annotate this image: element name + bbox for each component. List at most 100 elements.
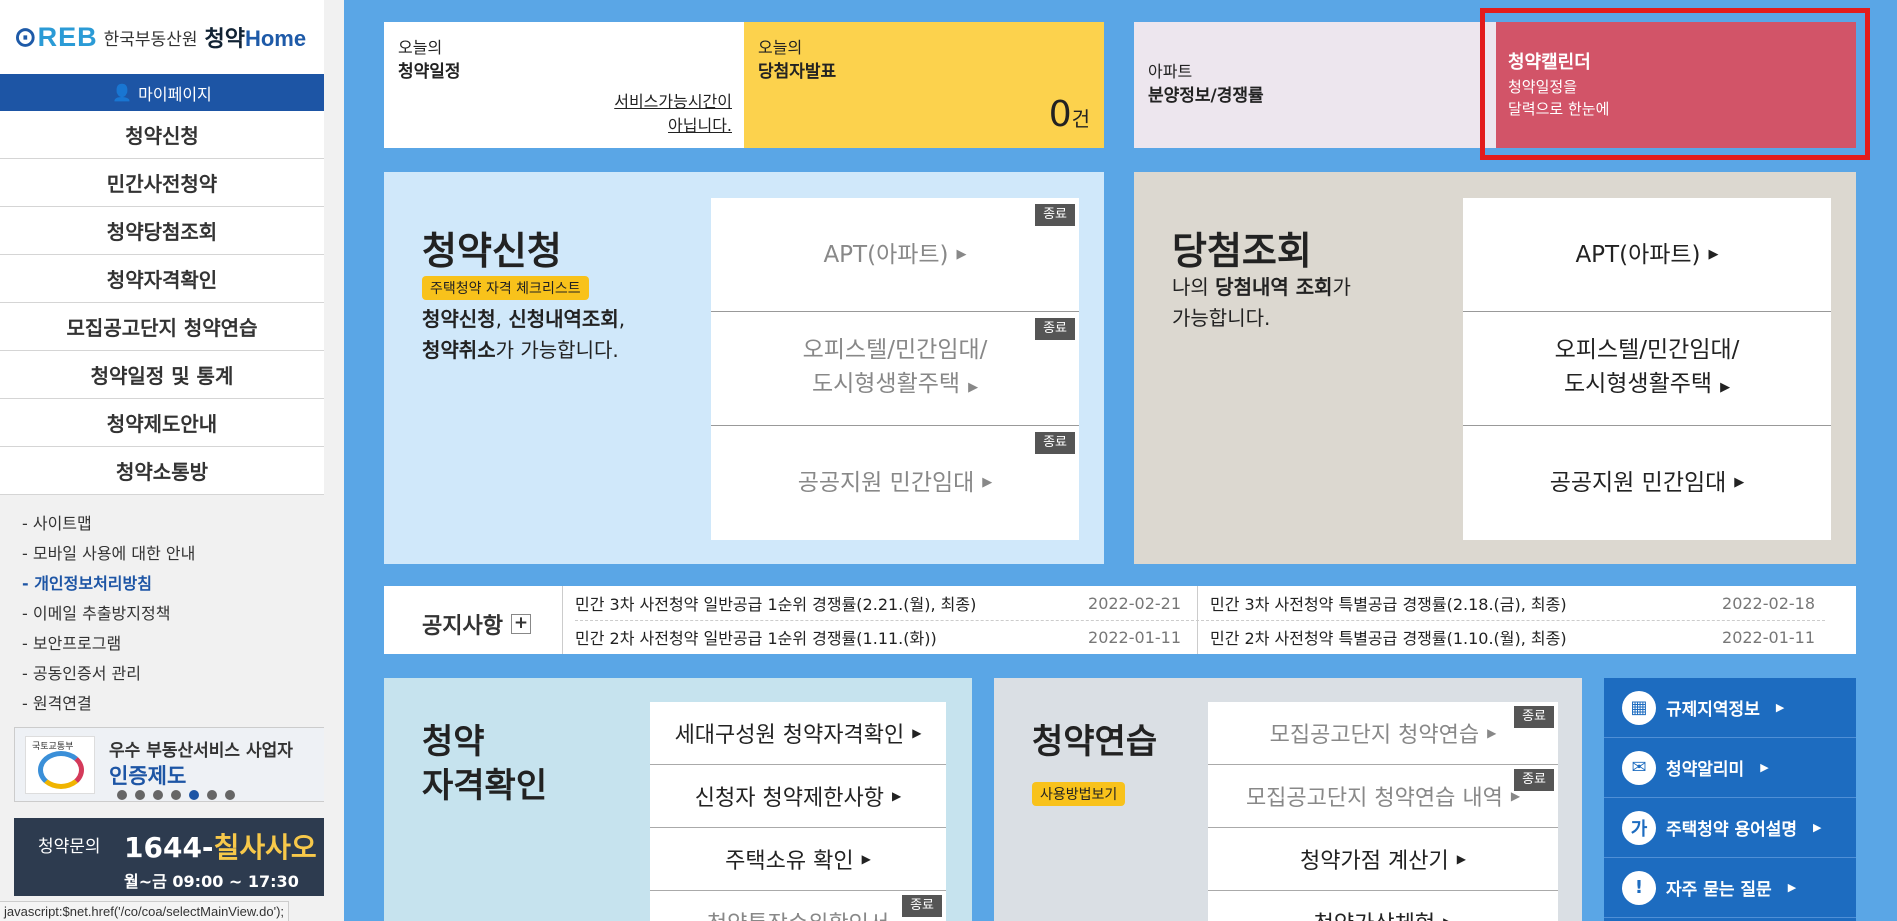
banner-dot[interactable] [171,790,181,800]
arrow-right-icon: ▶ [891,789,902,803]
closed-badge: 종료 [902,895,942,917]
closed-badge: 종료 [1035,432,1075,454]
banner-dot[interactable] [225,790,235,800]
mail-icon: ✉ [1622,750,1656,785]
apply-public-rental-button[interactable]: 공공지원 민간임대 ▶ 종료 [711,426,1079,540]
closed-badge: 종료 [1514,769,1554,791]
applicant-restriction-button[interactable]: 신청자 청약제한사항 ▶ [650,765,946,828]
link-mobile-guide[interactable]: - 모바일 사용에 대한 안내 [22,539,324,569]
certification-banner[interactable]: 국토교통부 우수 부동산서비스 사업자 인증제도 [14,727,324,802]
closed-badge: 종료 [1035,204,1075,226]
notice-item[interactable]: 민간 2차 사전청약 일반공급 1순위 경쟁률(1.11.(화)) 2022-01… [563,620,1193,654]
apply-panel: 청약신청 주택청약 자격 체크리스트 청약신청, 신청내역조회, 청약취소가 가… [384,172,1104,564]
notice-item[interactable]: 민간 3차 사전청약 일반공급 1순위 경쟁률(2.21.(월), 최종) 202… [563,586,1193,620]
score-calculator-button[interactable]: 청약가점 계산기 ▶ [1208,828,1558,891]
winner-officetel-button[interactable]: 오피스텔/민간임대/도시형생활주택 ▶ [1463,312,1831,426]
regulated-area-button[interactable]: ▦ 규제지역정보 ▶ [1604,678,1856,738]
winner-apt-button[interactable]: APT(아파트) ▶ [1463,198,1831,312]
contact-number: 1644-칠사사오 [124,831,317,864]
service-unavailable-message[interactable]: 서비스가능시간이 아닙니다. [614,90,732,138]
site-logo[interactable]: ⊙REB 한국부동산원 청약Home [0,0,324,74]
link-privacy-policy[interactable]: - 개인정보처리방침 [22,569,324,599]
account-rank-button[interactable]: 청약통장순위확인서종료 [650,891,946,921]
practice-button[interactable]: 모집공고단지 청약연습 ▶ 종료 [1208,702,1558,765]
today-winner-box[interactable]: 오늘의 당첨자발표 0건 [744,22,1104,148]
link-security-program[interactable]: - 보안프로그램 [22,629,324,659]
apt-info-label: 아파트 [1148,62,1193,81]
link-certificate-manage[interactable]: - 공동인증서 관리 [22,659,324,689]
notice-item[interactable]: 민간 2차 사전청약 특별공급 경쟁률(1.10.(월), 최종) 2022-01… [1197,620,1827,654]
menu-winner-lookup[interactable]: 청약당첨조회 [0,207,324,255]
highlight-frame [1480,8,1870,160]
arrow-right-icon: ▶ [1708,246,1719,262]
apt-info-box[interactable]: 아파트 분양정보/경쟁률 [1134,22,1496,148]
banner-dot[interactable] [207,790,217,800]
arrow-right-icon: ▶ [982,475,993,490]
building-icon: ▦ [1622,690,1656,725]
practice-options: 모집공고단지 청약연습 ▶ 종료 모집공고단지 청약연습 내역 ▶ 종료 청약가점 계산… [1208,702,1558,921]
apply-options: APT(아파트) ▶ 종료 오피스텔/민간임대/도시형생활주택 ▶ 종료 공공지원 … [711,198,1079,540]
banner-dot[interactable] [117,790,127,800]
menu-communication[interactable]: 청약소통방 [0,447,324,495]
arrow-right-icon: ▶ [1510,789,1521,803]
notice-title[interactable]: 공지사항 + [422,608,531,640]
faq-button[interactable]: ! 자주 묻는 질문 ▶ [1604,858,1856,918]
qualification-panel: 청약 자격확인 세대구성원 청약자격확인 ▶ 신청자 청약제한사항 ▶ 주택소유 확… [384,678,972,921]
faq-icon: ! [1622,870,1656,905]
checklist-button[interactable]: 주택청약 자격 체크리스트 [422,276,589,300]
winner-panel-desc: 나의 당첨내역 조회가 가능합니다. [1172,275,1351,330]
apply-officetel-button[interactable]: 오피스텔/민간임대/도시형생활주택 ▶ 종료 [711,312,1079,426]
today-schedule-box[interactable]: 오늘의 청약일정 서비스가능시간이 아닙니다. [384,22,744,148]
ministry-logo-icon: 국토교통부 [25,736,95,794]
arrow-right-icon: ▶ [1813,821,1822,834]
link-sitemap[interactable]: - 사이트맵 [22,509,324,539]
notice-item[interactable]: 민간 3차 사전청약 특별공급 경쟁률(2.18.(금), 최종) 2022-02… [1197,586,1827,620]
plus-icon[interactable]: + [510,614,531,634]
arrow-right-icon: ▶ [1734,475,1745,490]
sidebar: ⊙REB 한국부동산원 청약Home 👤 마이페이지 청약신청 민간사전청약 청… [0,0,324,921]
winner-panel: 당첨조회 나의 당첨내역 조회가 가능합니다. APT(아파트) ▶ 오피스텔/민… [1134,172,1856,564]
banner-dot[interactable] [135,790,145,800]
apply-panel-title: 청약신청 [422,229,562,273]
arrow-right-icon: ▶ [1456,852,1466,866]
practice-history-button[interactable]: 모집공고단지 청약연습 내역 ▶ 종료 [1208,765,1558,828]
apt-info-title: 분양정보/경쟁률 [1148,86,1264,106]
virtual-experience-button[interactable]: 청약가상체험▶ [1208,891,1558,921]
qualification-options: 세대구성원 청약자격확인▶ 신청자 청약제한사항▶ 주택소유 확인▶ 청약통장순… [650,702,946,921]
schedule-label: 오늘의 [398,38,443,57]
menu-qualification-check[interactable]: 청약자격확인 [0,255,324,303]
glossary-button[interactable]: 가 주택청약 용어설명 ▶ [1604,798,1856,858]
reb-logo-icon: ⊙REB [14,21,98,52]
household-qualification-button[interactable]: 세대구성원 청약자격확인 ▶ [650,702,946,765]
arrow-right-icon: ▶ [1787,881,1797,894]
link-remote-connect[interactable]: - 원격연결 [22,689,324,719]
banner-dot-active[interactable] [189,790,199,800]
practice-panel: 청약연습 사용방법보기 모집공고단지 청약연습 ▶ 종료 모집공고단지 청약연습 내… [994,678,1582,921]
mypage-button[interactable]: 👤 마이페이지 [0,74,324,111]
arrow-right-icon: ▶ [1487,726,1497,740]
menu-practice[interactable]: 모집공고단지 청약연습 [0,303,324,351]
notice-bar: 공지사항 + 민간 3차 사전청약 일반공급 1순위 경쟁률(2.21.(월),… [384,586,1856,654]
banner-line1: 우수 부동산서비스 사업자 [109,741,293,761]
menu-apply[interactable]: 청약신청 [0,111,324,159]
user-icon: 👤 [112,83,133,102]
subscription-alert-button[interactable]: ✉ 청약알리미 ▶ [1604,738,1856,798]
winner-public-rental-button[interactable]: 공공지원 민간임대 ▶ [1463,426,1831,540]
menu-private-pre-subscription[interactable]: 민간사전청약 [0,159,324,207]
arrow-right-icon: ▶ [912,726,922,740]
org-name: 한국부동산원 [103,29,198,50]
banner-pagination [117,790,235,800]
arrow-right-icon: ▶ [1775,701,1785,714]
banner-dot[interactable] [153,790,163,800]
mypage-label: 마이페이지 [138,84,212,104]
how-to-use-button[interactable]: 사용방법보기 [1032,782,1126,806]
house-ownership-button[interactable]: 주택소유 확인 ▶ [650,828,946,891]
quick-menu: ▦ 규제지역정보 ▶ ✉ 청약알리미 ▶ 가 주택청약 용어설명 ▶ ! 자주 묻는 … [1604,678,1856,921]
menu-system-guide[interactable]: 청약제도안내 [0,399,324,447]
menu-schedule-stats[interactable]: 청약일정 및 통계 [0,351,324,399]
service-name: 청약Home [204,26,307,52]
schedule-title: 청약일정 [398,62,461,82]
arrow-right-icon: ▶ [1760,761,1769,774]
link-email-policy[interactable]: - 이메일 추출방지정책 [22,599,324,629]
apply-apt-button[interactable]: APT(아파트) ▶ 종료 [711,198,1079,312]
